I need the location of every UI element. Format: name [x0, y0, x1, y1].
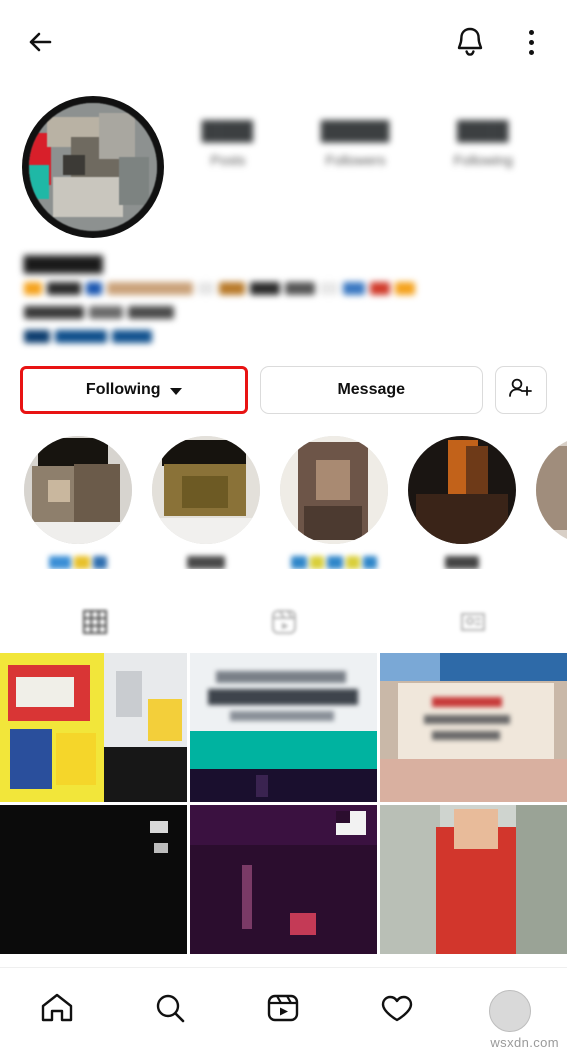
post-2[interactable]	[190, 653, 377, 802]
stat-following-label: Following	[453, 152, 513, 168]
grid-icon	[80, 607, 110, 642]
highlight-item-4[interactable]	[398, 436, 526, 569]
home-icon	[38, 989, 76, 1032]
bio-line-2	[24, 305, 194, 320]
profile-stats: ▇▇▇ Posts ▇▇▇▇ Followers ▇▇▇ Following	[164, 96, 547, 168]
profile-avatar-icon	[489, 989, 532, 1032]
add-person-button[interactable]	[495, 366, 547, 414]
post-5[interactable]	[190, 805, 377, 954]
chevron-down-icon	[169, 387, 182, 395]
kebab-menu-icon[interactable]	[513, 19, 549, 65]
profile-header: ▇▇▇ Posts ▇▇▇▇ Followers ▇▇▇ Following	[0, 84, 567, 238]
reels-tab[interactable]	[248, 981, 318, 1041]
profile-tab[interactable]	[475, 981, 545, 1041]
post-4[interactable]	[0, 805, 187, 954]
heart-icon	[378, 989, 416, 1032]
highlight-item-1[interactable]	[14, 436, 142, 569]
highlight-cover-1	[24, 436, 132, 544]
post-grid	[0, 653, 567, 954]
back-arrow-icon[interactable]	[18, 19, 64, 65]
activity-tab[interactable]	[362, 981, 432, 1041]
highlight-cover-5	[536, 436, 567, 544]
post-1[interactable]	[0, 653, 187, 802]
stat-followers-label: Followers	[325, 152, 386, 168]
highlight-cover-2	[152, 436, 260, 544]
stat-posts-label: Posts	[210, 152, 246, 168]
profile-bio: ▇▇▇▇▇▇	[0, 238, 567, 344]
highlight-label-4	[445, 556, 479, 569]
reels-play-icon	[264, 989, 302, 1032]
stat-posts-value: ▇▇▇	[202, 119, 254, 142]
search-tab[interactable]	[135, 981, 205, 1041]
avatar-image	[29, 103, 157, 231]
highlight-item-2[interactable]	[142, 436, 270, 569]
story-highlights	[0, 414, 567, 569]
search-icon	[151, 989, 189, 1032]
following-button-label: Following	[85, 381, 161, 398]
bio-line-3[interactable]	[24, 329, 159, 344]
highlight-cover-4	[408, 436, 516, 544]
profile-tabs	[0, 595, 567, 653]
tab-grid[interactable]	[0, 607, 189, 642]
message-button-label: Message	[337, 381, 406, 398]
reels-icon	[269, 607, 299, 642]
following-button[interactable]: Following	[20, 366, 248, 414]
highlight-label-3	[291, 556, 377, 569]
tagged-icon	[458, 607, 488, 642]
bio-line-1	[24, 281, 424, 296]
profile-display-name: ▇▇▇▇▇▇	[24, 254, 103, 273]
tab-reels[interactable]	[189, 607, 378, 642]
highlight-item-3[interactable]	[270, 436, 398, 569]
stat-posts[interactable]: ▇▇▇ Posts	[164, 118, 292, 168]
bottom-navigation	[0, 967, 567, 1053]
add-person-icon	[508, 376, 534, 405]
highlight-label-1	[49, 556, 107, 569]
profile-action-buttons: Following Message	[0, 344, 567, 414]
top-app-bar	[0, 0, 567, 84]
tab-tagged[interactable]	[378, 607, 567, 642]
highlight-label-2	[187, 556, 225, 569]
profile-avatar[interactable]	[22, 96, 164, 238]
stat-following-value: ▇▇▇	[457, 119, 509, 142]
bell-icon[interactable]	[449, 21, 491, 63]
post-6[interactable]	[380, 805, 567, 954]
stat-following[interactable]: ▇▇▇ Following	[419, 118, 547, 168]
watermark: wsxdn.com	[490, 1035, 559, 1050]
highlight-item-5[interactable]	[526, 436, 567, 569]
instagram-profile-screen: ▇▇▇ Posts ▇▇▇▇ Followers ▇▇▇ Following ▇…	[0, 0, 567, 1053]
stat-followers[interactable]: ▇▇▇▇ Followers	[292, 118, 420, 168]
highlight-cover-3	[280, 436, 388, 544]
post-3[interactable]	[380, 653, 567, 802]
home-tab[interactable]	[22, 981, 92, 1041]
message-button[interactable]: Message	[259, 366, 483, 414]
stat-followers-value: ▇▇▇▇	[321, 119, 390, 142]
